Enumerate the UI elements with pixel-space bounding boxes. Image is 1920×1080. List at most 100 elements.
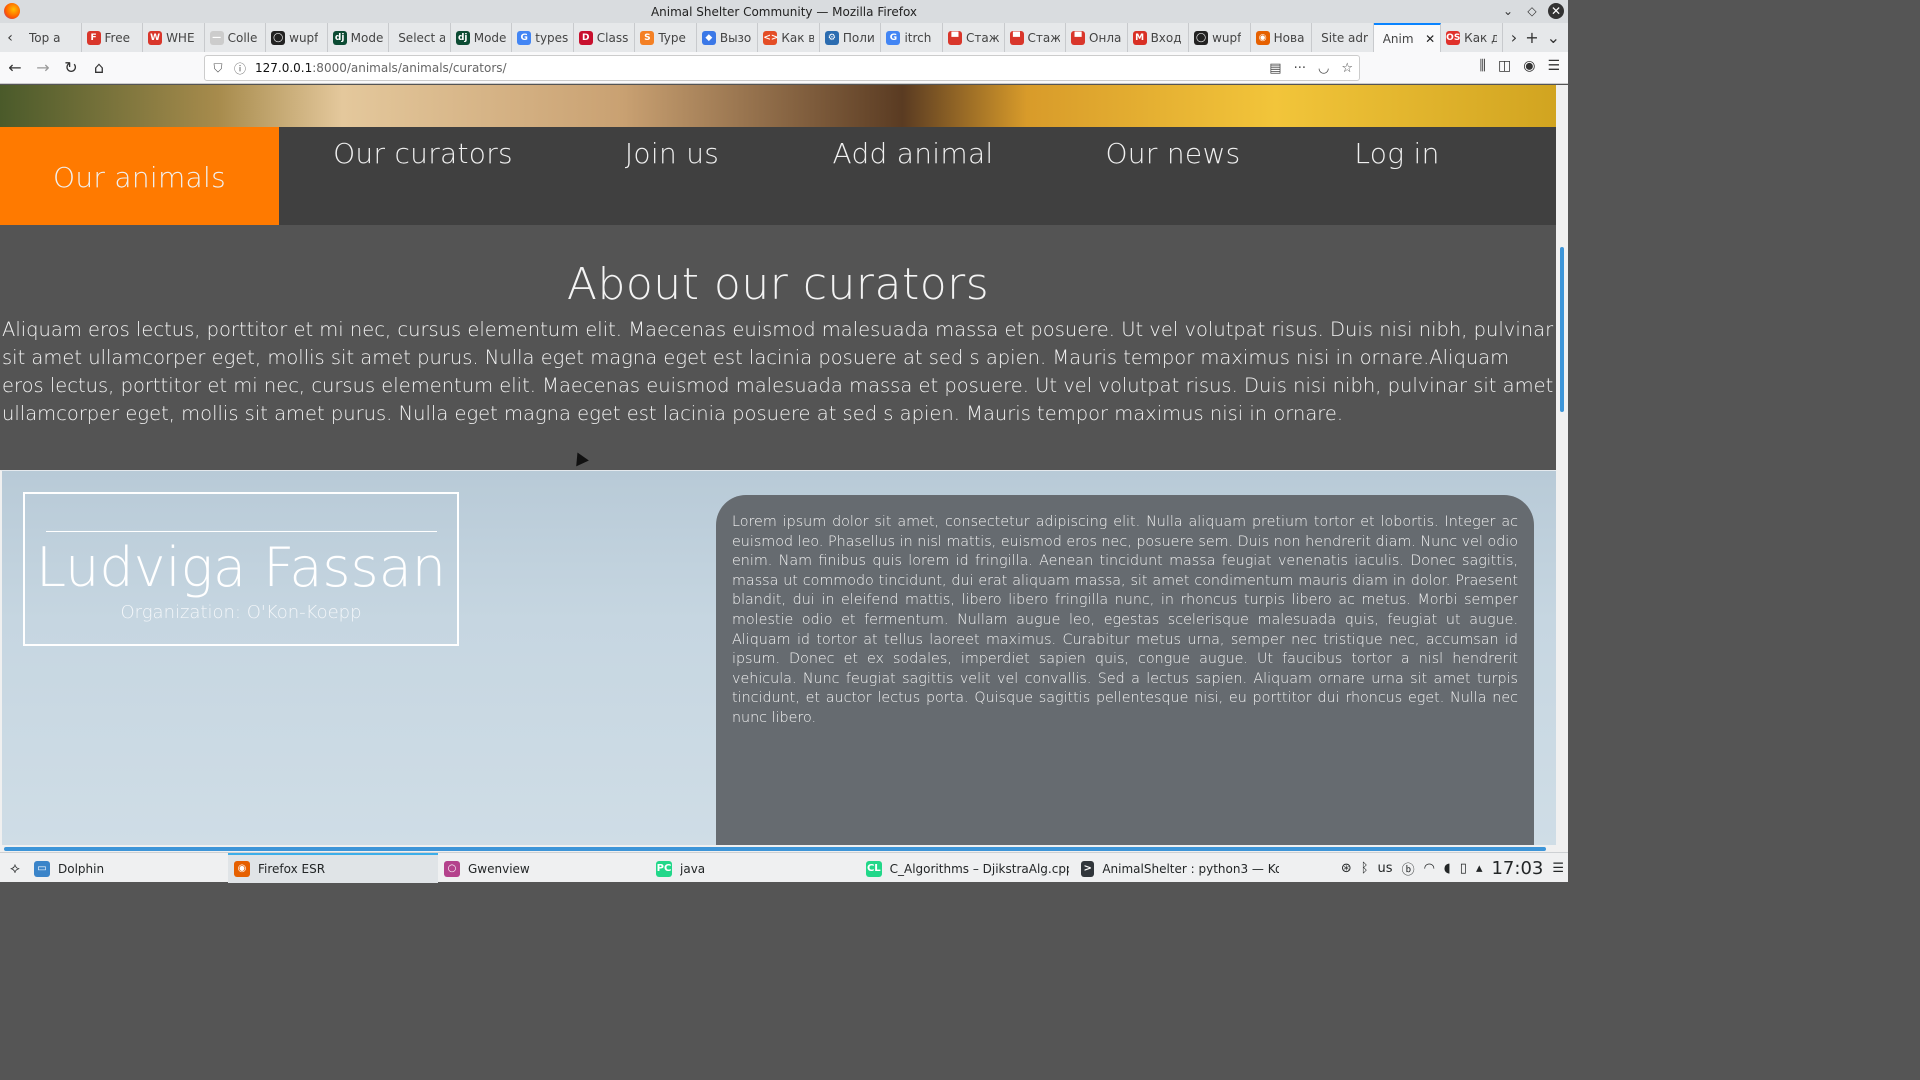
tracking-protection-icon[interactable]: ⛉ (209, 61, 227, 76)
reload-icon[interactable]: ↻ (58, 55, 84, 81)
volume-icon[interactable]: ◖ (1444, 861, 1451, 876)
sidebar-icon[interactable]: ◫ (1498, 58, 1511, 74)
maximize-icon[interactable]: ◇ (1524, 3, 1540, 19)
menu-add-animal[interactable]: Add animal (777, 127, 1049, 225)
task-app-icon: PC (656, 860, 672, 877)
taskbar-task[interactable]: CL C_Algorithms – DjikstraAlg.cpp (860, 853, 1075, 883)
wifi-icon[interactable]: ◠ (1424, 861, 1435, 876)
taskbar-task[interactable]: ▭ Dolphin (28, 853, 228, 883)
list-all-tabs-icon[interactable]: ⌄ (1547, 28, 1560, 47)
tab[interactable]: Select ar (389, 23, 451, 52)
minimize-icon[interactable]: ⌄ (1500, 3, 1516, 19)
tab[interactable]: ◉ Нова (1251, 23, 1313, 52)
close-window-icon[interactable]: ✕ (1548, 3, 1564, 19)
close-tab-icon[interactable]: ✕ (1425, 32, 1435, 46)
tab-favicon-icon: S (640, 30, 655, 45)
tab[interactable]: D Class (574, 23, 636, 52)
reader-view-icon[interactable]: ▤ (1269, 61, 1281, 76)
url-path: :8000/animals/animals/curators/ (312, 61, 507, 75)
application-launcher-icon[interactable]: ⟡ (2, 855, 28, 881)
pocket-icon[interactable]: ◡ (1318, 61, 1329, 76)
new-tab-icon[interactable]: + (1525, 28, 1538, 47)
site-info-icon[interactable]: ⓘ (231, 60, 249, 77)
page-actions-icon[interactable]: ··· (1294, 61, 1306, 76)
tab-favicon-icon: ⚙ (824, 30, 839, 45)
tab-favicon-icon: <> (763, 30, 779, 45)
horizontal-scrollbar[interactable] (0, 845, 1568, 852)
tab-label: Нова (1273, 30, 1305, 45)
bluetooth-icon[interactable]: ᛒ (1361, 861, 1369, 876)
tab[interactable]: ◆ Вызо (697, 23, 759, 52)
tray-expand-icon[interactable]: ▴ (1476, 861, 1483, 876)
tab[interactable]: Gtypes (512, 23, 574, 52)
tab[interactable]: dj Mode (328, 23, 390, 52)
tab[interactable]: <> Как в (758, 23, 820, 52)
network-monitor-icon[interactable]: ⊛ (1341, 861, 1352, 876)
vertical-scroll-thumb[interactable] (1560, 247, 1564, 412)
home-icon[interactable]: ⌂ (86, 55, 112, 81)
tab-favicon-icon: ◉ (1255, 30, 1270, 45)
tab-label: Поли (842, 30, 875, 45)
tab[interactable]: ◯ wupf (1189, 23, 1251, 52)
tab-favicon-icon: ◯ (271, 30, 286, 45)
bookmark-star-icon[interactable]: ☆ (1341, 61, 1353, 76)
keyboard-layout[interactable]: us (1378, 861, 1393, 876)
tab-bar: ‹ Top a F Free W WHE — Colle ◯ wupf dj Mode Select … (0, 23, 1568, 52)
tab[interactable]: ◯ wupf (266, 23, 328, 52)
vertical-scrollbar[interactable] (1556, 85, 1568, 845)
task-app-icon: ◉ (234, 860, 250, 877)
library-icon[interactable]: ⫼ (1480, 58, 1486, 74)
menu-log-in[interactable]: Log in (1297, 127, 1497, 225)
taskbar-task[interactable]: ◉ Firefox ESR (228, 852, 438, 883)
task-manager: ▭ Dolphin ◉ Firefox ESR ○ Gwenview PC java CL C_A… (28, 852, 1285, 883)
tab[interactable]: ⚙ Поли (820, 23, 882, 52)
about-title: About our curators (566, 259, 990, 310)
tab[interactable]: M Вход (1128, 23, 1190, 52)
clock[interactable]: 17:03 (1491, 858, 1543, 879)
horizontal-scroll-thumb[interactable] (4, 847, 1546, 851)
tab[interactable]: — Colle (205, 23, 267, 52)
back-icon[interactable]: ← (2, 55, 28, 81)
tab[interactable]: dj Mode (451, 23, 513, 52)
tab-label: Как в (781, 30, 814, 45)
tab-active[interactable]: Anim ✕ (1373, 23, 1442, 52)
window-title: Animal Shelter Community — Mozilla Firef… (650, 4, 918, 19)
tab[interactable]: W WHE (143, 23, 205, 52)
tab[interactable]: OS Как д (1441, 23, 1503, 52)
tabs-scroll-right-icon[interactable]: › (1511, 28, 1517, 47)
tab-favicon-icon: ◆ (701, 30, 716, 45)
tab[interactable]: Top a (20, 23, 82, 52)
show-desktop-icon[interactable]: ☰ (1552, 861, 1564, 876)
task-label: Gwenview (468, 861, 530, 876)
tab-favicon-icon: dj (332, 30, 347, 45)
tab-favicon-icon: W (148, 30, 163, 45)
tab-favicon-icon: G (886, 30, 901, 45)
taskbar-task[interactable]: > AnimalShelter : python3 — Konsole (1075, 853, 1285, 883)
task-label: AnimalShelter : python3 — Konsole (1102, 861, 1279, 876)
tab-label: Class (596, 30, 629, 45)
menu-our-curators[interactable]: Our curators (279, 127, 567, 225)
clipboard-icon[interactable]: ▯ (1460, 861, 1467, 876)
forward-icon[interactable]: → (30, 55, 56, 81)
menu-our-animals[interactable]: Our animals (0, 127, 279, 225)
tab-label: Type (658, 30, 686, 45)
tab[interactable]: S Type (635, 23, 697, 52)
tab-label: Mode (473, 30, 507, 45)
tabs-scroll-left-icon[interactable]: ‹ (0, 23, 20, 52)
account-icon[interactable]: ◉ (1523, 58, 1535, 74)
tab-label: Mode (350, 30, 384, 45)
tab[interactable]: Site adm (1312, 23, 1374, 52)
menu-our-news[interactable]: Our news (1049, 127, 1297, 225)
bluetooth-status-icon[interactable]: ⓑ (1402, 859, 1415, 878)
taskbar-task[interactable]: ○ Gwenview (438, 853, 650, 883)
tab[interactable]: Gitrch (881, 23, 943, 52)
tab[interactable]: F Free (82, 23, 144, 52)
menu-join-us[interactable]: Join us (567, 127, 777, 225)
tab[interactable]: ▀ Стаж (1005, 23, 1067, 52)
tab[interactable]: ▀ Онла (1066, 23, 1128, 52)
tab-favicon-icon: ◯ (1194, 30, 1209, 45)
menu-hamburger-icon[interactable]: ☰ (1547, 58, 1560, 74)
url-bar[interactable]: ⛉ ⓘ 127.0.0.1:8000/animals/animals/curat… (204, 55, 1360, 81)
taskbar-task[interactable]: PC java (650, 853, 860, 883)
tab[interactable]: ▀ Стаж (943, 23, 1005, 52)
